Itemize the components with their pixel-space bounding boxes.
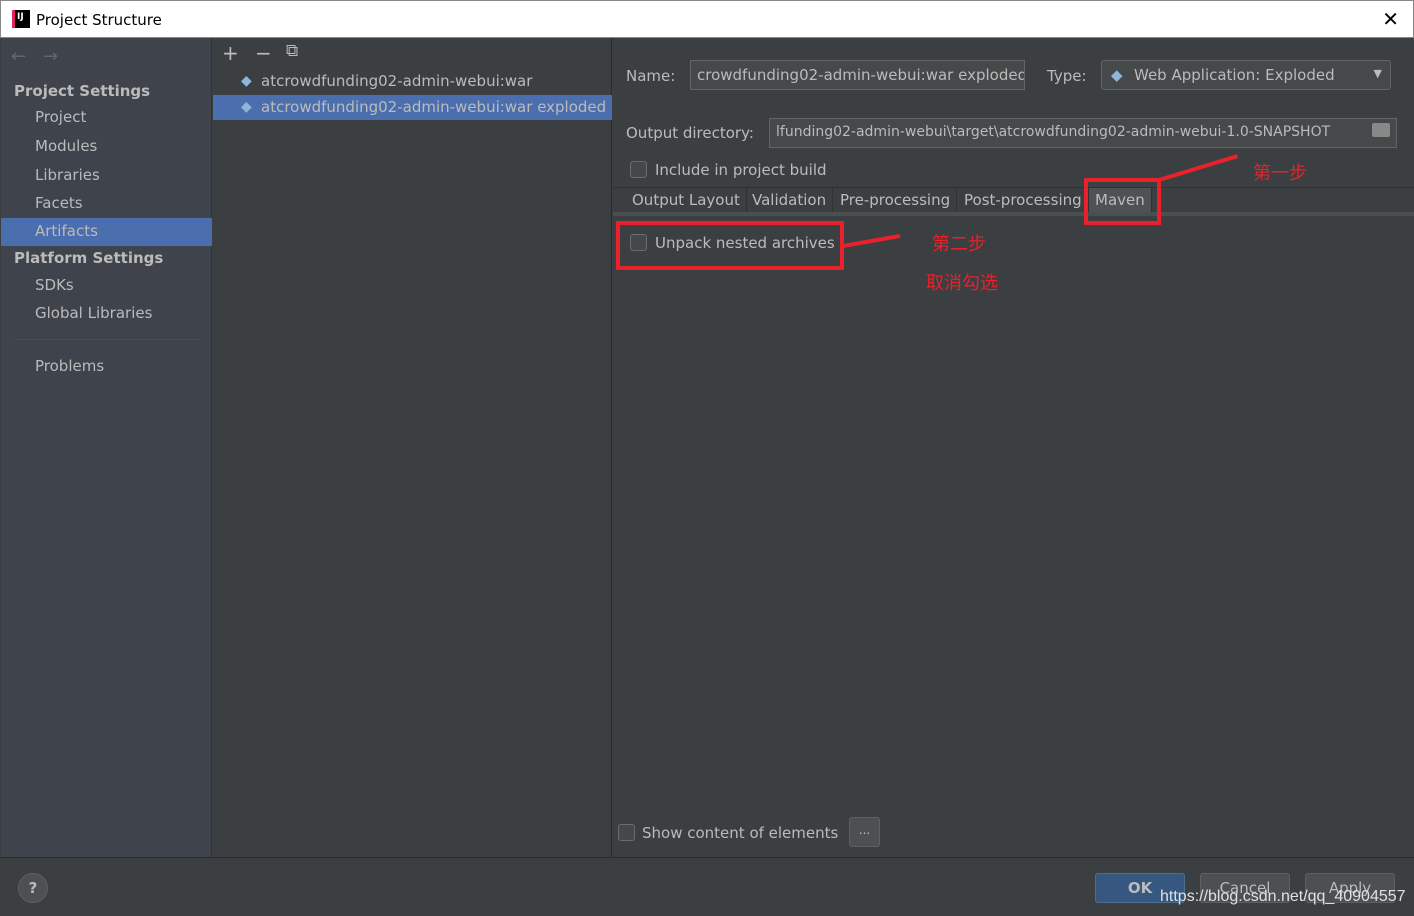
chevron-down-icon: ▼: [1373, 67, 1382, 80]
annotation-step2: 第二步: [932, 234, 986, 255]
tab-pre-processing[interactable]: Pre-processing: [834, 188, 958, 214]
artifact-detail: Name: crowdfunding02-admin-webui:war exp…: [613, 38, 1414, 857]
folder-icon[interactable]: [1372, 123, 1390, 137]
web-app-icon: ◆: [1111, 66, 1123, 84]
intellij-logo-icon: IJ: [12, 10, 30, 28]
tab-underline: [613, 212, 1414, 216]
type-label: Type:: [1047, 67, 1087, 85]
sidebar: ← → Project Settings Project Modules Lib…: [1, 38, 212, 857]
project-settings-heading: Project Settings: [14, 82, 151, 100]
sidebar-item-libraries[interactable]: Libraries: [1, 162, 212, 190]
include-in-build-label: Include in project build: [655, 161, 827, 179]
annotation-box-unpack: [616, 221, 844, 270]
annotation-step1: 第一步: [1253, 163, 1307, 184]
artifact-label: atcrowdfunding02-admin-webui:war explode…: [261, 98, 607, 116]
include-in-build-checkbox[interactable]: [630, 161, 647, 178]
divider: [14, 339, 199, 340]
show-content-label: Show content of elements: [642, 824, 839, 842]
help-button[interactable]: ?: [18, 873, 48, 903]
sidebar-item-sdks[interactable]: SDKs: [1, 272, 212, 300]
sidebar-item-project[interactable]: Project: [1, 104, 212, 132]
copy-icon[interactable]: ⧉: [286, 41, 298, 61]
output-directory-label: Output directory:: [626, 124, 754, 142]
artifact-item-selected[interactable]: ◆ atcrowdfunding02-admin-webui:war explod…: [213, 95, 612, 120]
tab-post-processing[interactable]: Post-processing: [958, 188, 1089, 214]
back-arrow-icon[interactable]: ←: [11, 46, 26, 67]
ellipsis-button[interactable]: ...: [849, 817, 880, 847]
annotation-box-maven: [1084, 178, 1161, 225]
sidebar-item-artifacts[interactable]: Artifacts: [1, 218, 212, 246]
type-select[interactable]: ◆ Web Application: Exploded ▼: [1101, 60, 1391, 90]
artifact-item[interactable]: ◆ atcrowdfunding02-admin-webui:war: [213, 69, 612, 94]
sidebar-item-global-libraries[interactable]: Global Libraries: [1, 300, 212, 328]
sidebar-item-facets[interactable]: Facets: [1, 190, 212, 218]
artifacts-panel: + − ⧉ ◆ atcrowdfunding02-admin-webui:war …: [213, 38, 612, 857]
watermark: https://blog.csdn.net/qq_40904557: [1160, 888, 1406, 905]
name-input[interactable]: crowdfunding02-admin-webui:war exploded: [690, 60, 1025, 90]
add-icon[interactable]: +: [222, 41, 239, 65]
name-label: Name:: [626, 67, 676, 85]
tab-output-layout[interactable]: Output Layout: [626, 188, 747, 214]
footer: ? OK Cancel Apply https://blog.csdn.net/…: [0, 857, 1414, 916]
forward-arrow-icon[interactable]: →: [43, 46, 58, 67]
web-artifact-icon: ◆: [241, 99, 252, 115]
sidebar-item-problems[interactable]: Problems: [1, 353, 212, 381]
tab-validation[interactable]: Validation: [746, 188, 834, 214]
web-artifact-icon: ◆: [241, 73, 252, 89]
show-content-checkbox[interactable]: [618, 824, 635, 841]
title-bar: IJ Project Structure ✕: [0, 0, 1414, 38]
type-value: Web Application: Exploded: [1134, 66, 1335, 84]
annotation-arrow-1: [1158, 154, 1239, 182]
window-title: Project Structure: [36, 11, 162, 29]
sidebar-item-modules[interactable]: Modules: [1, 133, 212, 161]
platform-settings-heading: Platform Settings: [14, 249, 164, 267]
annotation-uncheck: 取消勾选: [926, 273, 998, 294]
annotation-arrow-2: [842, 233, 901, 248]
output-directory-input[interactable]: lfunding02-admin-webui\target\atcrowdfun…: [769, 118, 1397, 148]
close-button[interactable]: ✕: [1382, 7, 1399, 31]
remove-icon[interactable]: −: [255, 41, 272, 65]
artifact-label: atcrowdfunding02-admin-webui:war: [261, 72, 533, 90]
